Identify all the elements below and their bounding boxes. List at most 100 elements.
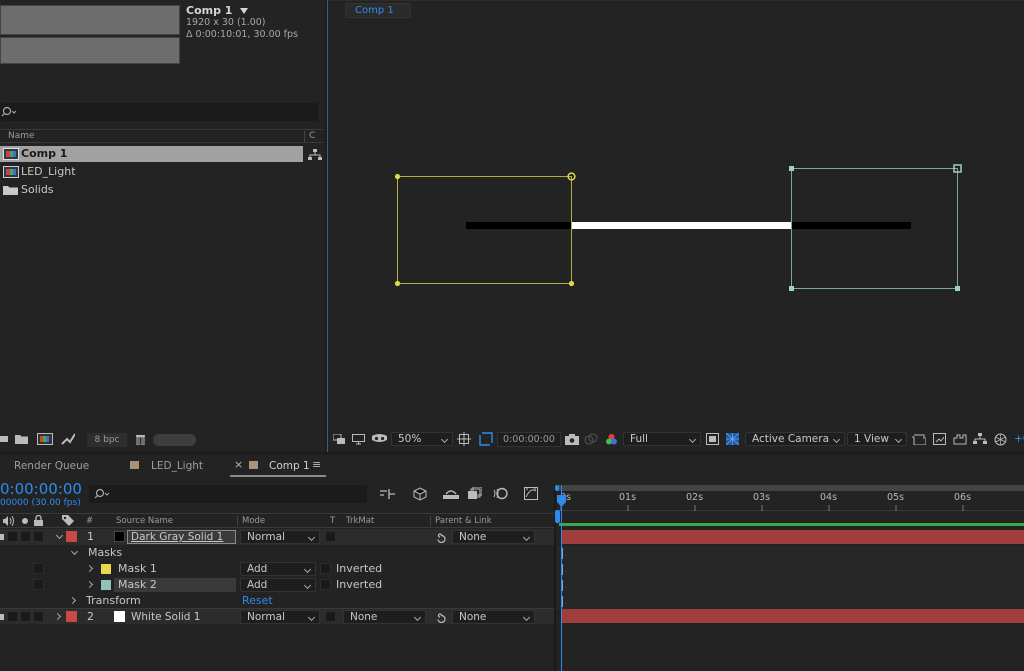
audio-icon[interactable] <box>3 516 15 526</box>
draft-3d-icon[interactable] <box>413 487 427 501</box>
expand-chevron-icon[interactable] <box>55 531 64 540</box>
playhead-handle-icon[interactable] <box>557 495 566 507</box>
exposure-value[interactable]: +0 <box>1014 432 1024 446</box>
resolution-dropdown[interactable]: Full <box>623 432 701 446</box>
3d-ground-plane-icon[interactable] <box>953 433 967 445</box>
audio-toggle[interactable] <box>7 531 18 542</box>
new-folder-icon[interactable] <box>15 434 29 445</box>
work-area-start-handle[interactable] <box>555 510 560 523</box>
column-divider[interactable] <box>304 131 305 142</box>
work-area-indicator[interactable] <box>559 523 1024 526</box>
motion-blur-icon[interactable] <box>493 487 508 500</box>
timeline-start-marker[interactable] <box>555 485 559 491</box>
preserve-transparency-toggle[interactable] <box>325 611 336 622</box>
solo-toggle[interactable] <box>20 531 31 542</box>
column-divider[interactable] <box>430 516 431 526</box>
layer-duration-bar[interactable] <box>561 530 1024 544</box>
choose-grid-icon[interactable] <box>457 432 471 446</box>
mask-row-2[interactable]: Mask 2 Add Inverted <box>0 577 555 593</box>
mask-2-vertex[interactable] <box>955 286 960 291</box>
lock-icon[interactable] <box>34 515 43 526</box>
flowchart-icon[interactable] <box>308 149 322 161</box>
collapse-chevron-icon[interactable] <box>85 564 94 573</box>
time-ruler[interactable]: 0s 01s 02s 03s 04s 05s 06s <box>557 491 1024 511</box>
timeline-tab-led-light[interactable]: LED_Light <box>118 455 228 477</box>
flowchart-icon[interactable] <box>973 433 987 445</box>
expand-chevron-icon[interactable] <box>70 547 79 556</box>
lock-toggle[interactable] <box>33 563 44 574</box>
column-source-name[interactable]: Source Name <box>116 514 173 528</box>
lock-toggle[interactable] <box>33 531 44 542</box>
audio-toggle[interactable] <box>7 611 18 622</box>
channel-rgb-icon[interactable] <box>605 433 618 446</box>
close-icon[interactable]: × <box>234 457 243 473</box>
snapshot-camera-icon[interactable] <box>565 434 579 445</box>
reset-exposure-icon[interactable] <box>933 433 946 445</box>
video-toggle[interactable] <box>0 614 4 620</box>
reset-link[interactable]: Reset <box>242 593 273 609</box>
mask-visibility-icon[interactable] <box>372 434 387 444</box>
project-item-row[interactable]: Comp 1 <box>0 146 303 162</box>
always-preview-icon[interactable] <box>333 434 346 445</box>
panel-menu-icon[interactable]: ≡ <box>312 457 321 473</box>
layer-label-color[interactable] <box>66 531 77 542</box>
monitor-icon[interactable] <box>352 434 365 445</box>
mask-1-vertex[interactable] <box>394 280 401 287</box>
mask-mode-dropdown[interactable]: Add <box>240 562 316 576</box>
mask-1-vertex[interactable] <box>394 173 401 180</box>
project-item-row[interactable]: Solids <box>0 182 303 198</box>
dropdown-triangle-icon[interactable] <box>240 8 249 14</box>
layer-parent-dropdown[interactable]: None <box>452 530 535 544</box>
comp-mini-flowchart-icon[interactable] <box>380 488 396 500</box>
timeline-search-field[interactable] <box>89 485 367 503</box>
view-layout-dropdown[interactable]: 1 View <box>847 432 907 446</box>
solo-icon[interactable] <box>22 518 28 524</box>
layer-row-2[interactable]: 2 White Solid 1 Normal None None <box>0 608 555 624</box>
mask-row-1[interactable]: Mask 1 Add Inverted <box>0 561 555 577</box>
project-scrollbar[interactable] <box>153 434 196 446</box>
mask-color-swatch[interactable] <box>101 564 111 574</box>
preserve-transparency-toggle[interactable] <box>325 531 336 542</box>
video-toggle[interactable] <box>0 534 4 540</box>
graph-editor-icon[interactable] <box>524 487 538 500</box>
camera-dropdown[interactable]: Active Camera <box>745 432 845 446</box>
collapse-chevron-icon[interactable] <box>85 580 94 589</box>
column-divider[interactable] <box>237 516 238 526</box>
viewer-timecode[interactable]: 0:00:00:00 <box>497 432 561 447</box>
interpret-footage-icon[interactable] <box>0 434 10 444</box>
layer-mode-dropdown[interactable]: Normal <box>240 530 320 544</box>
timeline-tab-comp1[interactable]: × Comp 1 ≡ <box>230 455 326 477</box>
layer-trkmat-dropdown[interactable]: None <box>343 610 426 624</box>
render-icon[interactable] <box>61 433 75 445</box>
frame-blending-icon[interactable] <box>468 487 482 500</box>
playhead[interactable] <box>561 485 562 671</box>
mask-1-vertex[interactable] <box>568 280 575 287</box>
pick-whip-icon[interactable] <box>434 611 446 623</box>
mask-inverted-checkbox[interactable] <box>320 579 331 590</box>
shy-layers-icon[interactable] <box>443 488 459 500</box>
label-tag-icon[interactable] <box>62 515 74 526</box>
magnification-dropdown[interactable]: 50% <box>391 432 453 446</box>
transparency-grid-icon[interactable] <box>726 433 739 445</box>
mask-2-vertex[interactable] <box>789 286 794 291</box>
new-composition-icon[interactable] <box>37 433 53 445</box>
layer-mode-dropdown[interactable]: Normal <box>240 610 320 624</box>
lock-toggle[interactable] <box>33 579 44 590</box>
layer-duration-bar[interactable] <box>561 609 1024 623</box>
layer-parent-dropdown[interactable]: None <box>452 610 535 624</box>
exposure-icon[interactable] <box>994 433 1007 446</box>
transform-group-row[interactable]: Transform Reset <box>0 593 555 609</box>
expand-chevron-icon[interactable] <box>53 612 62 621</box>
toggle-pixel-aspect-icon[interactable] <box>912 433 926 445</box>
mask-mode-dropdown[interactable]: Add <box>240 578 316 592</box>
pick-whip-icon[interactable] <box>434 531 446 543</box>
comp-info-name[interactable]: Comp 1 <box>186 4 249 17</box>
layer-label-color[interactable] <box>66 611 77 622</box>
region-of-interest-icon[interactable] <box>479 432 493 446</box>
collapse-chevron-icon[interactable] <box>68 596 77 605</box>
timeline-tab-render-queue[interactable]: Render Queue <box>0 455 115 477</box>
mask-inverted-checkbox[interactable] <box>320 563 331 574</box>
lock-toggle[interactable] <box>33 611 44 622</box>
masks-group-row[interactable]: Masks <box>0 545 555 561</box>
viewer-tab-comp1[interactable]: Comp 1 <box>345 3 411 18</box>
